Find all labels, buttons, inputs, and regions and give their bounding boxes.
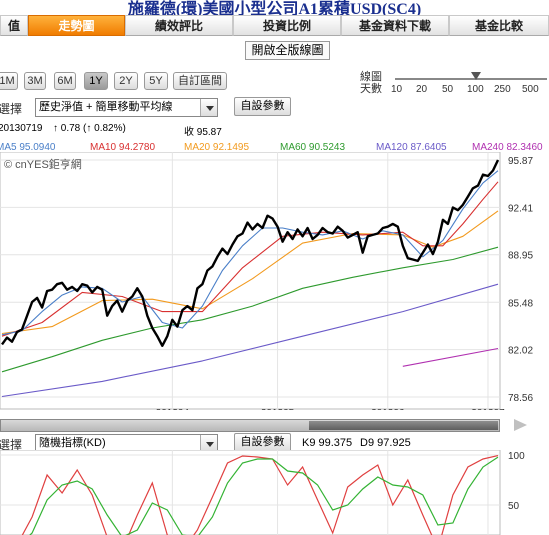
y-tick-label: 92.41 bbox=[508, 203, 533, 214]
slider-tick: 250 bbox=[494, 84, 511, 95]
x-tick-label: 201307 bbox=[471, 408, 505, 410]
slider-thumb[interactable] bbox=[471, 72, 481, 80]
slider-tick: 10 bbox=[391, 84, 403, 95]
custom-params-button[interactable]: 自設參數 bbox=[234, 97, 291, 116]
tab-allocation[interactable]: 投資比例 bbox=[233, 15, 341, 36]
quote-date: 20130719 bbox=[0, 123, 43, 134]
y-tick-label: 95.87 bbox=[508, 156, 533, 167]
y-tick-label: 88.95 bbox=[508, 251, 533, 262]
open-full-chart-button[interactable]: 開啟全版線圖 bbox=[245, 41, 330, 60]
quote-change: ↑ 0.78 (↑ 0.82%) bbox=[53, 123, 126, 134]
y-tick-label: 85.48 bbox=[508, 298, 533, 309]
tab-fund-compare[interactable]: 基金比較 bbox=[449, 15, 549, 36]
kd-select-value: 隨機指標(KD) bbox=[39, 437, 106, 449]
range-custom-button[interactable]: 自訂區間 bbox=[173, 72, 227, 90]
chart-scrollbar[interactable] bbox=[0, 419, 500, 432]
chevron-down-icon[interactable] bbox=[200, 99, 217, 116]
range-1y-button[interactable]: 1Y bbox=[84, 72, 108, 90]
slider-label-line1: 線圖 bbox=[360, 71, 382, 83]
slider-tick: 20 bbox=[416, 84, 428, 95]
y-tick-label: 78.56 bbox=[508, 393, 533, 404]
y-tick-label: 82.02 bbox=[508, 346, 533, 357]
kd-plot-area bbox=[0, 450, 501, 535]
tab-fund-download[interactable]: 基金資料下載 bbox=[341, 15, 449, 36]
tab-performance[interactable]: 績效評比 bbox=[125, 15, 233, 36]
x-tick-label: 201304 bbox=[156, 408, 190, 410]
watermark: © cnYES鉅亨網 bbox=[4, 157, 82, 171]
range-5y-button[interactable]: 5Y bbox=[144, 72, 168, 90]
slider-tick: 500 bbox=[522, 84, 539, 95]
kd-y-tick-label: 50 bbox=[508, 501, 520, 512]
range-3m-button[interactable]: 3M bbox=[24, 72, 46, 90]
x-tick-label: 201305 bbox=[261, 408, 295, 410]
quote-close: 收 95.87 bbox=[184, 127, 222, 138]
range-1m-button[interactable]: 1M bbox=[0, 72, 18, 90]
d-value: D9 97.925 bbox=[360, 437, 411, 449]
slider-tick: 100 bbox=[467, 84, 484, 95]
scroll-right-arrow-icon[interactable] bbox=[514, 419, 527, 431]
slider-label-line2: 天數 bbox=[360, 83, 382, 95]
kd-y-tick-label: 100 bbox=[508, 451, 525, 462]
range-2y-button[interactable]: 2Y bbox=[114, 72, 138, 90]
indicator-select-value: 歷史淨值 + 簡單移動平均線 bbox=[39, 101, 173, 113]
tab-bar: 值 走勢圖 績效評比 投資比例 基金資料下載 基金比較 bbox=[0, 15, 549, 36]
chart-days-slider[interactable]: 線圖 天數 10 20 50 100 250 500 bbox=[358, 70, 549, 98]
scrollbar-thumb[interactable] bbox=[309, 421, 498, 430]
main-select-label: 選擇 bbox=[0, 102, 23, 116]
slider-tick: 50 bbox=[442, 84, 454, 95]
tab-nav-value[interactable]: 值 bbox=[0, 15, 28, 36]
k-value: K9 99.375 bbox=[302, 437, 353, 449]
price-chart[interactable]: 95.87 92.41 88.95 85.48 82.02 78.56 201304 201… bbox=[0, 152, 549, 410]
indicator-select[interactable]: 歷史淨值 + 簡單移動平均線 bbox=[35, 98, 218, 117]
kd-chart[interactable]: 100 50 bbox=[0, 450, 549, 535]
range-6m-button[interactable]: 6M bbox=[54, 72, 76, 90]
tab-chart[interactable]: 走勢圖 bbox=[28, 15, 125, 36]
x-tick-label: 201306 bbox=[371, 408, 405, 410]
